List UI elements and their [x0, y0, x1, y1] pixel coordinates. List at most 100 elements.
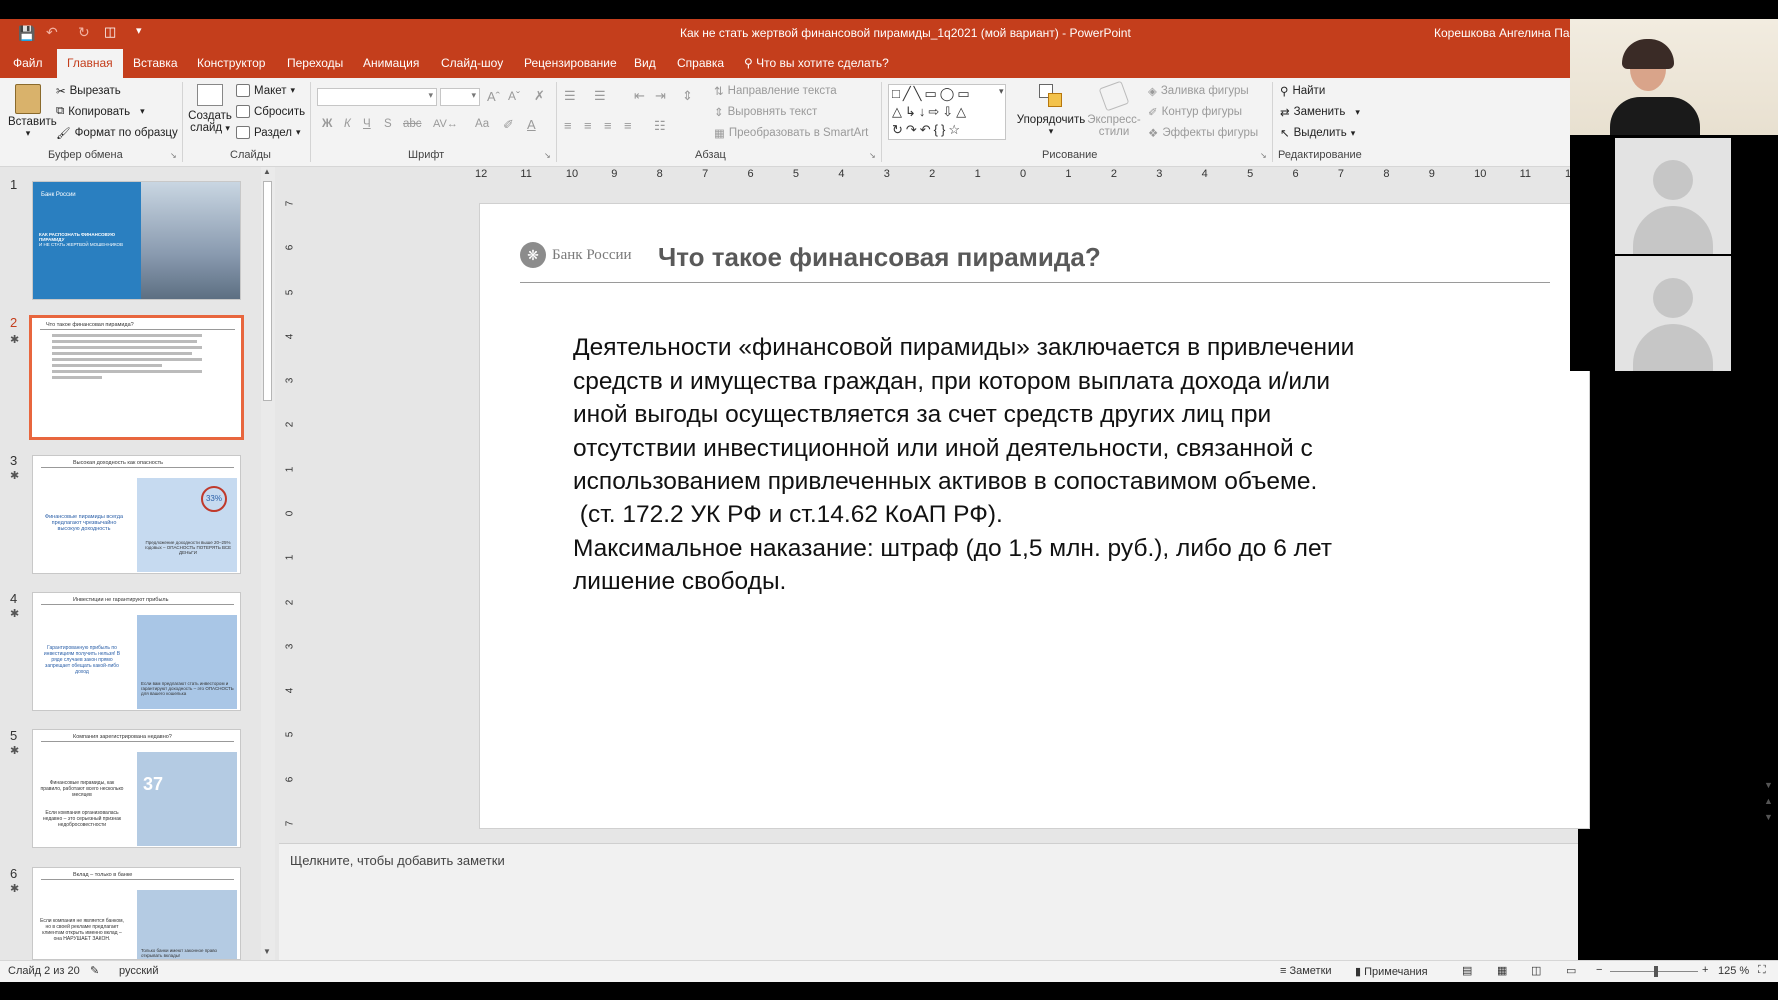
font-launcher-icon[interactable]: ↘ [544, 151, 551, 160]
layout-button[interactable]: Макет ▾ [236, 84, 295, 97]
copy-dropdown-icon[interactable]: ▾ [140, 106, 145, 117]
align-right-icon[interactable]: ≡ [604, 118, 612, 133]
shape-fill-button[interactable]: ◈ Заливка фигуры [1148, 84, 1249, 98]
zoom-slider-thumb[interactable] [1654, 966, 1658, 977]
scrollbar-thumb[interactable] [263, 181, 272, 401]
notes-toggle[interactable]: ≡ Заметки [1280, 965, 1332, 977]
zoom-out-icon[interactable]: − [1596, 964, 1602, 976]
zoom-level[interactable]: 125 % [1718, 965, 1749, 977]
font-size-select[interactable]: ▾ [440, 88, 480, 106]
thumbnail-scrollbar[interactable]: ▲ ▼ [261, 167, 275, 960]
tab-review[interactable]: Рецензирование [524, 56, 617, 70]
clipboard-launcher-icon[interactable]: ↘ [170, 151, 177, 160]
customize-qat-icon[interactable]: ▾ [136, 24, 142, 37]
tab-insert[interactable]: Вставка [133, 56, 178, 70]
find-button[interactable]: ⚲ Найти [1280, 84, 1325, 98]
copy-button[interactable]: ⧉ Копировать ▾ [56, 105, 145, 118]
language-indicator[interactable]: русский [119, 965, 158, 977]
align-text-button[interactable]: ⇕ Выровнять текст [714, 105, 817, 119]
participant-avatar-1[interactable] [1615, 138, 1731, 254]
change-case-button[interactable]: Аа [475, 118, 489, 130]
tab-animations[interactable]: Анимация [363, 56, 419, 70]
editor-scroll-down-icon[interactable]: ▼ [1764, 780, 1773, 790]
numbering-icon[interactable]: ☰ [594, 88, 606, 104]
shapes-gallery[interactable]: □╱╲▭◯▭ △↳↓⇨⇩△ ↻↷↶{}☆ [888, 84, 1006, 140]
tab-file[interactable]: Файл [13, 56, 43, 70]
thumbnail-slide-2[interactable]: Что такое финансовая пирамида? [29, 315, 244, 440]
thumbnail-slide-1[interactable]: Банк России КАК РАСПОЗНАТЬ ФИНАНСОВУЮ ПИ… [32, 181, 241, 300]
shapes-scroll-icon[interactable]: ▾ [999, 86, 1004, 97]
quick-styles-button[interactable]: Экспресс- стили [1086, 80, 1142, 138]
select-button[interactable]: ↖ Выделить ▾ [1280, 126, 1355, 140]
tab-help[interactable]: Справка [677, 56, 724, 70]
convert-smartart-button[interactable]: ▦ Преобразовать в SmartArt [714, 126, 868, 140]
slideshow-start-icon[interactable]: ◫ [104, 24, 116, 40]
line-spacing-icon[interactable]: ⇕ [682, 88, 693, 104]
save-icon[interactable]: 💾 [18, 25, 35, 42]
fit-to-window-icon[interactable]: ⛶ [1758, 964, 1766, 977]
arrange-button[interactable]: Упорядочить ▾ [1016, 84, 1086, 137]
highlight-icon[interactable]: ✐ [503, 117, 514, 133]
bullets-icon[interactable]: ☰ [564, 88, 576, 104]
paragraph-launcher-icon[interactable]: ↘ [869, 151, 876, 160]
user-name[interactable]: Корешкова Ангелина Павл [1434, 26, 1583, 40]
align-center-icon[interactable]: ≡ [584, 118, 592, 133]
thumbnail-slide-3[interactable]: Высокая доходность как опасность Финансо… [32, 455, 241, 574]
scroll-up-icon[interactable]: ▲ [263, 167, 271, 176]
font-family-select[interactable]: ▾ [317, 88, 437, 106]
new-slide-dropdown-icon[interactable]: ▾ [225, 123, 230, 133]
comments-toggle[interactable]: ▮ Примечания [1355, 965, 1428, 978]
replace-button[interactable]: ⇄ Заменить ▾ [1280, 105, 1360, 119]
paste-dropdown-icon[interactable]: ▾ [8, 128, 48, 139]
slide-sorter-icon[interactable]: ▦ [1497, 964, 1507, 977]
shape-outline-button[interactable]: ✐ Контур фигуры [1148, 105, 1242, 119]
underline-button[interactable]: Ч [363, 118, 371, 130]
slide-title[interactable]: Что такое финансовая пирамида? [658, 242, 1101, 273]
columns-icon[interactable]: ☷ [654, 118, 666, 134]
participant-avatar-2[interactable] [1615, 256, 1731, 371]
decrease-indent-icon[interactable]: ⇤ [634, 88, 645, 104]
slide-body[interactable]: Деятельности «финансовой пирамиды» заклю… [573, 298, 1354, 599]
scroll-down-icon[interactable]: ▼ [263, 947, 271, 956]
shadow-button[interactable]: S [384, 118, 392, 130]
tab-transitions[interactable]: Переходы [287, 56, 343, 70]
new-slide-button[interactable]: Создать слайд ▾ [188, 84, 232, 134]
bold-button[interactable]: Ж [322, 118, 332, 130]
strikethrough-button[interactable]: abc [403, 118, 422, 130]
align-left-icon[interactable]: ≡ [564, 118, 572, 133]
section-button[interactable]: Раздел ▾ [236, 126, 301, 139]
tab-home[interactable]: Главная [57, 49, 123, 78]
slide-counter[interactable]: Слайд 2 из 20 [8, 965, 80, 977]
tab-slideshow[interactable]: Слайд-шоу [441, 56, 503, 70]
spellcheck-icon[interactable]: ✎ [90, 964, 99, 977]
next-slide-icon[interactable]: ▼ [1764, 812, 1773, 822]
reading-view-icon[interactable]: ◫ [1531, 964, 1541, 977]
paste-button[interactable]: Вставить ▾ [8, 84, 57, 139]
shape-effects-button[interactable]: ❖ Эффекты фигуры [1148, 126, 1258, 140]
redo-icon[interactable]: ↻ [78, 24, 90, 41]
char-spacing-button[interactable]: AV↔ [433, 118, 458, 130]
slide-canvas[interactable]: ❋ Банк России Что такое финансовая пирам… [479, 203, 1590, 829]
reset-button[interactable]: Сбросить [236, 105, 305, 118]
cut-button[interactable]: ✂ Вырезать [56, 84, 121, 98]
presenter-video[interactable] [1570, 19, 1778, 135]
thumbnail-slide-6[interactable]: Вклад – только в банке Если компания не … [32, 867, 241, 960]
format-painter-button[interactable]: 🖌 Формат по образцу [56, 126, 178, 140]
prev-slide-icon[interactable]: ▲ [1764, 796, 1773, 806]
shrink-font-icon[interactable]: Aˇ [508, 89, 520, 103]
thumbnail-slide-5[interactable]: Компания зарегистрирована недавно? Финан… [32, 729, 241, 848]
drawing-launcher-icon[interactable]: ↘ [1260, 151, 1267, 160]
normal-view-icon[interactable]: ▤ [1462, 964, 1472, 977]
notes-pane[interactable]: Щелкните, чтобы добавить заметки [279, 843, 1578, 960]
thumbnail-slide-4[interactable]: Инвестиции не гарантируют прибыль Гарант… [32, 592, 241, 711]
tab-design[interactable]: Конструктор [197, 56, 265, 70]
tell-me-search[interactable]: ⚲ Что вы хотите сделать? [744, 56, 889, 70]
tab-view[interactable]: Вид [634, 56, 656, 70]
slideshow-view-icon[interactable]: ▭ [1566, 964, 1576, 977]
undo-icon[interactable]: ↶ [46, 24, 58, 41]
justify-icon[interactable]: ≡ [624, 118, 632, 133]
italic-button[interactable]: К [344, 118, 351, 130]
font-color-icon[interactable]: A [527, 117, 536, 132]
zoom-in-icon[interactable]: + [1702, 964, 1708, 976]
grow-font-icon[interactable]: Aˆ [487, 89, 500, 104]
